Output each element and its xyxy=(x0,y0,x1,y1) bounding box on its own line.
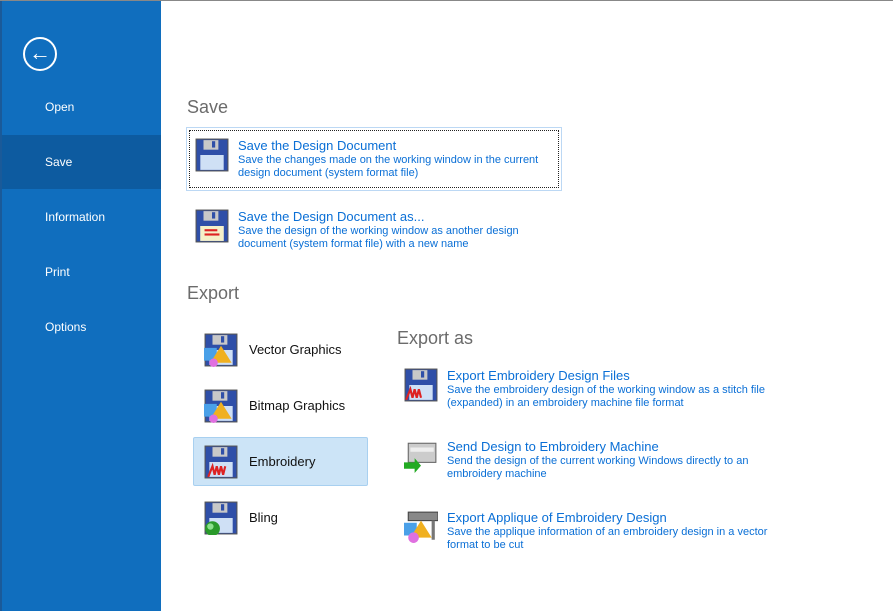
item-title: Send Design to Embroidery Machine xyxy=(447,439,659,454)
export-applique-button[interactable]: Export Applique of Embroidery Design Sav… xyxy=(404,510,767,552)
item-desc: document (system format file) with a new… xyxy=(238,238,469,250)
item-desc: (expanded) in an embroidery machine file… xyxy=(447,397,684,409)
export-label: Embroidery xyxy=(249,454,316,469)
sidebar-item-print[interactable]: Print xyxy=(2,245,161,299)
item-desc: Save the changes made on the working win… xyxy=(238,154,539,166)
item-desc: embroidery machine xyxy=(447,468,547,480)
embroidery-export-icon xyxy=(404,368,438,402)
item-desc: Save the embroidery design of the workin… xyxy=(447,384,765,396)
arrow-left-icon: ← xyxy=(29,40,51,65)
item-title: Save the Design Document xyxy=(238,138,397,153)
export-heading: Export xyxy=(187,283,240,303)
sidebar: ← Open Save Information Print Options xyxy=(0,1,161,611)
export-embroidery-files-button[interactable]: Export Embroidery Design Files Save the … xyxy=(404,368,765,410)
sidebar-item-information[interactable]: Information xyxy=(2,190,161,244)
export-vector-graphics[interactable]: Vector Graphics xyxy=(193,325,368,374)
export-bitmap-graphics[interactable]: Bitmap Graphics xyxy=(193,381,368,430)
export-bling[interactable]: Bling xyxy=(193,493,368,542)
export-as-heading: Export as xyxy=(397,328,474,348)
embroidery-icon xyxy=(204,445,238,478)
item-desc: Save the design of the working window as… xyxy=(238,225,519,237)
applique-cutter-icon xyxy=(404,511,438,543)
item-title: Export Applique of Embroidery Design xyxy=(447,510,667,525)
item-title: Export Embroidery Design Files xyxy=(447,368,630,383)
floppy-save-as-icon xyxy=(195,209,229,243)
export-label: Bling xyxy=(249,510,278,525)
item-desc: design document (system format file) xyxy=(238,167,419,179)
sidebar-item-open[interactable]: Open xyxy=(2,80,161,134)
export-embroidery[interactable]: Embroidery xyxy=(193,437,368,486)
sidebar-item-options[interactable]: Options xyxy=(2,300,161,354)
embroidery-machine-icon xyxy=(404,442,437,473)
save-document-button[interactable]: Save the Design Document Save the change… xyxy=(195,138,538,180)
item-desc: Save the applique information of an embr… xyxy=(447,526,768,538)
vector-graphics-icon xyxy=(204,333,238,367)
send-to-machine-button[interactable]: Send Design to Embroidery Machine Send t… xyxy=(404,439,748,481)
item-desc: Send the design of the current working W… xyxy=(447,455,749,467)
bling-icon xyxy=(204,501,238,535)
item-title: Save the Design Document as... xyxy=(238,209,425,224)
floppy-icon xyxy=(195,138,229,172)
back-button[interactable]: ← xyxy=(23,37,57,71)
bitmap-graphics-icon xyxy=(204,389,238,423)
sidebar-item-save[interactable]: Save xyxy=(2,135,161,189)
save-document-as-button[interactable]: Save the Design Document as... Save the … xyxy=(195,209,519,251)
item-desc: format to be cut xyxy=(447,539,524,551)
save-heading: Save xyxy=(187,97,229,117)
export-label: Bitmap Graphics xyxy=(249,398,346,413)
export-label: Vector Graphics xyxy=(249,342,342,357)
